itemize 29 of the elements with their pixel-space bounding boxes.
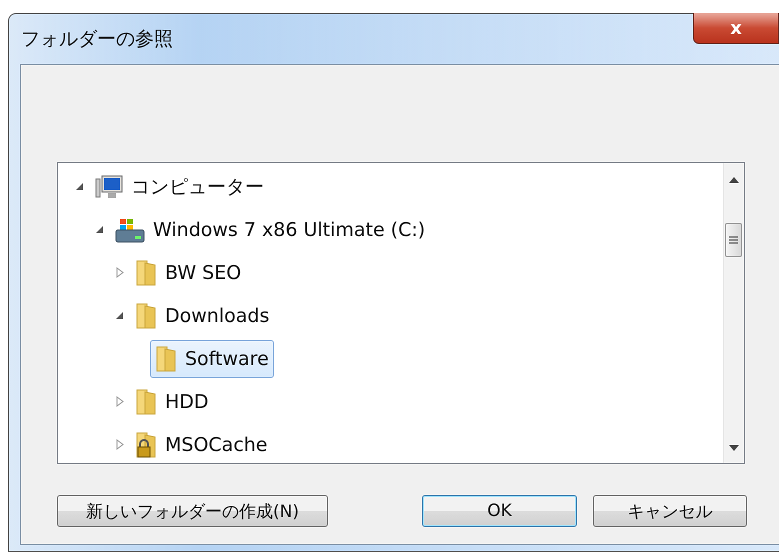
new-folder-button[interactable]: 新しいフォルダーの作成(N) (57, 495, 328, 527)
folder-icon (155, 344, 177, 372)
scrollbar[interactable] (723, 163, 744, 463)
locked-folder-icon (135, 430, 157, 458)
close-button[interactable]: x (693, 13, 779, 44)
folder-icon (135, 302, 157, 330)
expand-arrow-icon[interactable] (116, 267, 124, 278)
tree-item[interactable]: Software (150, 340, 274, 378)
tree-item[interactable]: Windows 7 x86 Ultimate (C:) (110, 210, 430, 248)
tree-item[interactable]: HDD (130, 382, 214, 420)
tree-item[interactable]: コンピューター (90, 168, 269, 206)
scroll-thumb[interactable] (725, 223, 742, 257)
folder-icon (135, 258, 157, 286)
folder-icon (135, 388, 157, 416)
drive-icon (115, 216, 145, 242)
computer-icon (95, 174, 123, 198)
cancel-button[interactable]: キャンセル (593, 495, 747, 527)
ok-button[interactable]: OK (422, 495, 577, 527)
collapse-arrow-icon[interactable] (116, 312, 124, 320)
tree-item[interactable]: MSOCache (130, 426, 272, 464)
tree-item[interactable]: BW SEO (130, 254, 246, 292)
collapse-arrow-icon[interactable] (96, 226, 104, 234)
expand-arrow-icon[interactable] (116, 439, 124, 450)
collapse-arrow-icon[interactable] (76, 182, 84, 190)
scroll-up-icon[interactable] (729, 177, 739, 183)
scroll-down-icon[interactable] (729, 445, 739, 451)
tree-item[interactable]: Downloads (130, 296, 274, 334)
window-title: フォルダーの参照 (21, 27, 173, 52)
expand-arrow-icon[interactable] (116, 396, 124, 407)
